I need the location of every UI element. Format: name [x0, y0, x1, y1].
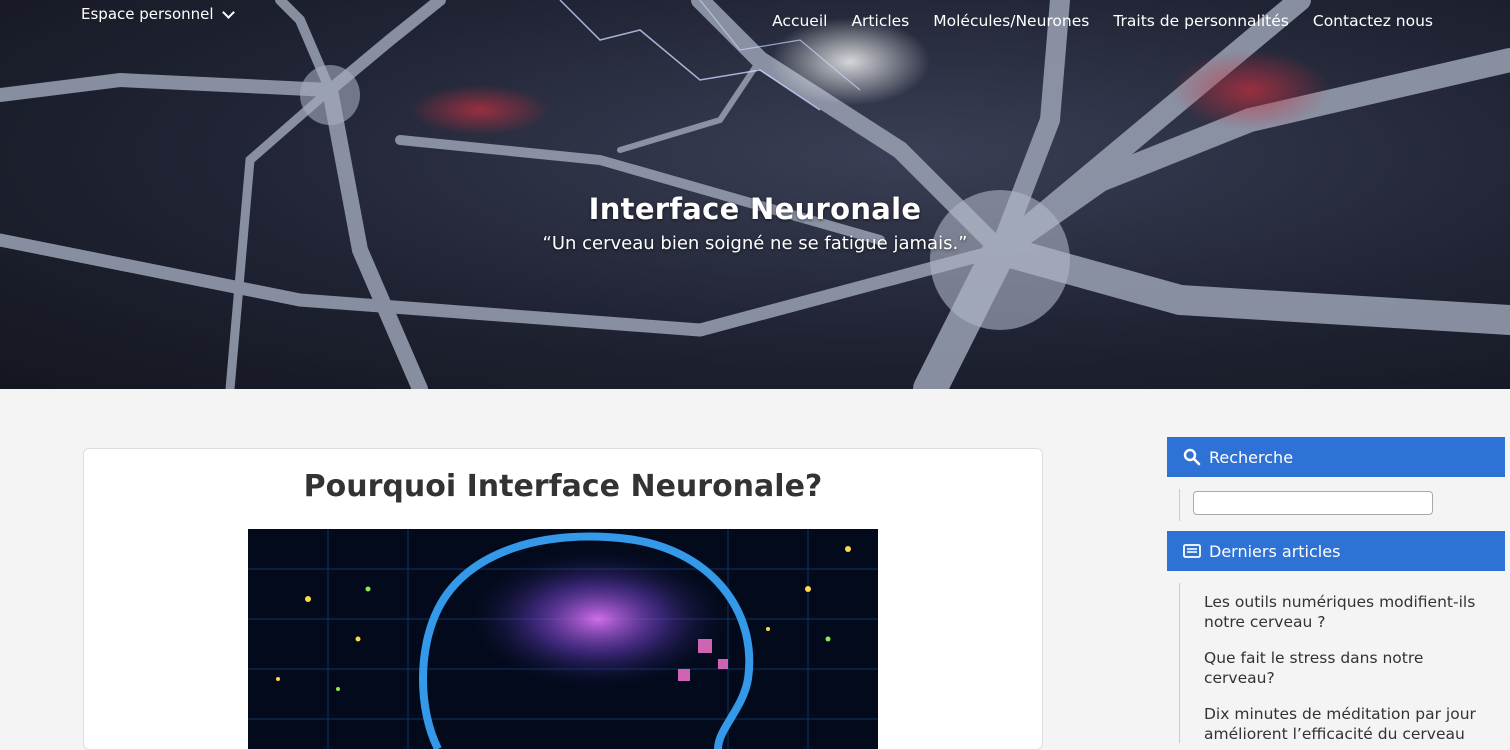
nav-item-molecules-neurones[interactable]: Molécules/Neurones	[933, 12, 1089, 30]
widget-search-header: Recherche	[1167, 437, 1505, 477]
site-tagline: “Un cerveau bien soigné ne se fatigue ja…	[542, 233, 968, 254]
nav-item-articles[interactable]: Articles	[851, 12, 909, 30]
nav-item-accueil[interactable]: Accueil	[772, 12, 827, 30]
search-widget	[1179, 489, 1440, 521]
list-icon	[1183, 544, 1201, 558]
recent-articles-list: Les outils numériques modifient-ils notr…	[1179, 583, 1500, 743]
chevron-down-icon	[221, 5, 235, 19]
account-menu-label: Espace personnel	[81, 5, 214, 23]
main-nav: Accueil Articles Molécules/Neurones Trai…	[772, 12, 1433, 30]
post-title: Pourquoi Interface Neuronale?	[303, 469, 823, 504]
recent-article-link[interactable]: Les outils numériques modifient-ils notr…	[1204, 592, 1484, 632]
search-input[interactable]	[1193, 491, 1433, 515]
recent-article-link[interactable]: Dix minutes de méditation par jour améli…	[1204, 704, 1484, 744]
nav-item-traits-personnalites[interactable]: Traits de personnalités	[1113, 12, 1289, 30]
search-icon	[1183, 448, 1201, 466]
recent-article-link[interactable]: Que fait le stress dans notre cerveau?	[1204, 648, 1484, 688]
post-featured-image	[248, 529, 878, 749]
widget-recent-title: Derniers articles	[1209, 541, 1341, 561]
widget-search-title: Recherche	[1209, 447, 1294, 467]
nav-item-contact[interactable]: Contactez nous	[1313, 12, 1433, 30]
site-title[interactable]: Interface Neuronale	[0, 192, 1510, 226]
brain-illustration	[248, 529, 878, 749]
widget-recent-header: Derniers articles	[1167, 531, 1505, 571]
account-menu-toggle[interactable]: Espace personnel	[81, 5, 235, 23]
header-banner: Espace personnel Accueil Articles Molécu…	[0, 0, 1510, 389]
post-card: Pourquoi Interface Neuronale?	[83, 448, 1043, 750]
